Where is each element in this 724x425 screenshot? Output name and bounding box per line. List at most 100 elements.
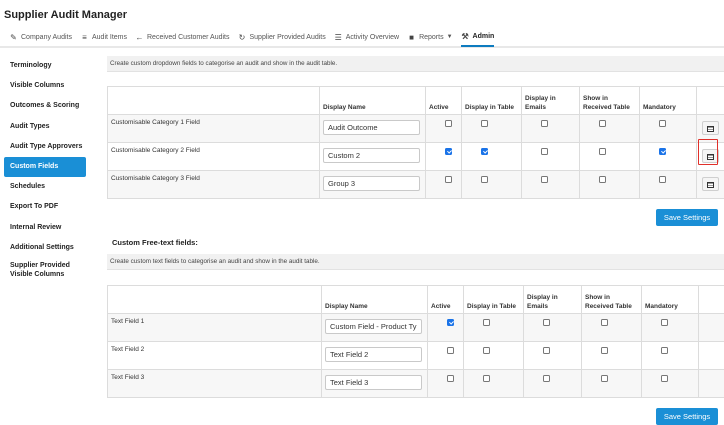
active-checkbox[interactable] <box>445 176 452 183</box>
display-in-emails-cell <box>523 369 582 398</box>
display-in-table-checkbox[interactable] <box>483 319 490 326</box>
display-name-cell: Text Field 2 <box>321 341 428 370</box>
nav-label: Activity Overview <box>345 33 400 41</box>
field-name: Customisable Category 2 Field <box>107 142 320 171</box>
mandatory-cell <box>639 170 697 199</box>
sidebar-item-supplier-provided-visible-columns[interactable]: Supplier Provided Visible Columns <box>4 258 86 282</box>
display-name-cell: Audit Outcome <box>319 114 426 143</box>
display-name-input[interactable]: Custom 2 <box>323 148 420 163</box>
display-in-table-checkbox[interactable] <box>481 120 488 127</box>
mandatory-checkbox[interactable] <box>661 375 668 382</box>
nav-label: Admin <box>472 32 495 40</box>
show-in-received-table-checkbox[interactable] <box>599 148 606 155</box>
show-in-received-table-cell <box>581 313 642 342</box>
col-header-display-name: Display Name <box>319 86 426 115</box>
sidebar-item-internal-review[interactable]: Internal Review <box>4 218 86 238</box>
nav-supplier-provided-audits[interactable]: ↻ Supplier Provided Audits <box>237 27 326 47</box>
save-settings-button-freetext[interactable]: Save Settings <box>656 408 718 425</box>
freetext-fields-table: Display Name Active Display in Table Dis… <box>107 285 724 398</box>
mandatory-checkbox[interactable] <box>659 120 666 127</box>
active-checkbox[interactable] <box>445 148 452 155</box>
col-header-mandatory: Mandatory <box>641 285 699 314</box>
nav-reports[interactable]: ■ Reports ▼ <box>407 27 452 47</box>
nav-label: Audit Items <box>91 33 127 41</box>
display-in-emails-cell <box>523 341 582 370</box>
active-checkbox[interactable] <box>445 120 452 127</box>
field-name: Text Field 3 <box>107 369 322 398</box>
table-row: Customisable Category 1 Field Audit Outco… <box>107 114 724 143</box>
show-in-received-table-cell <box>581 369 642 398</box>
display-in-table-cell <box>463 369 524 398</box>
active-cell <box>427 369 464 398</box>
sidebar-item-visible-columns[interactable]: Visible Columns <box>4 76 86 96</box>
display-name-input[interactable]: Text Field 3 <box>325 375 422 390</box>
mandatory-cell <box>641 313 699 342</box>
list-icon <box>707 125 714 132</box>
admin-sidebar: Terminology Visible Columns Outcomes & S… <box>4 56 86 282</box>
col-header-name <box>107 285 322 314</box>
sidebar-item-audit-type-approvers[interactable]: Audit Type Approvers <box>4 137 86 157</box>
nav-admin[interactable]: ⚒ Admin <box>460 27 495 47</box>
display-in-emails-cell <box>521 114 580 143</box>
sidebar-item-schedules[interactable]: Schedules <box>4 177 86 197</box>
active-checkbox[interactable] <box>447 347 454 354</box>
display-in-emails-checkbox[interactable] <box>541 176 548 183</box>
display-name-input[interactable]: Group 3 <box>323 176 420 191</box>
wrench-icon: ⚒ <box>461 31 469 41</box>
sidebar-item-outcomes-scoring[interactable]: Outcomes & Scoring <box>4 96 86 116</box>
active-checkbox[interactable] <box>447 319 454 326</box>
highlight-box <box>698 139 718 165</box>
mandatory-checkbox[interactable] <box>659 148 666 155</box>
mandatory-cell <box>639 142 697 171</box>
sidebar-item-audit-types[interactable]: Audit Types <box>4 117 86 137</box>
display-name-cell: Group 3 <box>319 170 426 199</box>
active-cell <box>425 114 462 143</box>
display-in-table-checkbox[interactable] <box>481 148 488 155</box>
display-name-input[interactable]: Audit Outcome <box>323 120 420 135</box>
active-cell <box>425 170 462 199</box>
edit-options-button[interactable] <box>702 121 719 135</box>
sidebar-item-custom-fields[interactable]: Custom Fields <box>4 156 86 178</box>
field-name: Customisable Category 1 Field <box>107 114 320 143</box>
display-in-emails-checkbox[interactable] <box>543 347 550 354</box>
table-row: Customisable Category 3 Field Group 3 <box>107 170 724 199</box>
nav-received-customer-audits[interactable]: ← Received Customer Audits <box>135 27 230 47</box>
field-name: Text Field 1 <box>107 313 322 342</box>
display-in-table-cell <box>461 170 522 199</box>
display-in-table-checkbox[interactable] <box>481 176 488 183</box>
edit-options-button[interactable] <box>702 177 719 191</box>
col-header-display-in-table: Display in Table <box>463 285 524 314</box>
sidebar-item-export-to-pdf[interactable]: Export To PDF <box>4 197 86 217</box>
show-in-received-table-checkbox[interactable] <box>601 319 608 326</box>
show-in-received-table-checkbox[interactable] <box>599 176 606 183</box>
nav-activity-overview[interactable]: ☰ Activity Overview <box>334 27 399 47</box>
mandatory-checkbox[interactable] <box>661 319 668 326</box>
display-in-emails-checkbox[interactable] <box>541 148 548 155</box>
nav-label: Reports <box>419 33 444 41</box>
col-header-display-in-table: Display in Table <box>461 86 522 115</box>
mandatory-cell <box>639 114 697 143</box>
nav-label: Received Customer Audits <box>147 33 230 41</box>
sidebar-item-additional-settings[interactable]: Additional Settings <box>4 238 86 258</box>
sidebar-item-terminology[interactable]: Terminology <box>4 56 86 76</box>
nav-audit-items[interactable]: ≡ Audit Items <box>80 27 127 47</box>
file-icon: ■ <box>409 32 414 42</box>
display-in-emails-checkbox[interactable] <box>541 120 548 127</box>
display-name-input[interactable]: Text Field 2 <box>325 347 422 362</box>
show-in-received-table-checkbox[interactable] <box>601 375 608 382</box>
display-in-emails-checkbox[interactable] <box>543 319 550 326</box>
nav-company-audits[interactable]: ✎ Company Audits <box>9 27 72 47</box>
save-settings-button[interactable]: Save Settings <box>656 209 718 226</box>
active-checkbox[interactable] <box>447 375 454 382</box>
show-in-received-table-checkbox[interactable] <box>601 347 608 354</box>
mandatory-checkbox[interactable] <box>661 347 668 354</box>
caret-down-icon: ▼ <box>446 34 453 40</box>
field-name: Text Field 2 <box>107 341 322 370</box>
show-in-received-table-checkbox[interactable] <box>599 120 606 127</box>
mandatory-checkbox[interactable] <box>659 176 666 183</box>
show-in-received-table-cell <box>579 114 640 143</box>
display-in-emails-checkbox[interactable] <box>543 375 550 382</box>
display-in-table-checkbox[interactable] <box>483 375 490 382</box>
display-name-input[interactable]: Custom Field - Product Ty <box>325 319 422 334</box>
display-in-table-checkbox[interactable] <box>483 347 490 354</box>
